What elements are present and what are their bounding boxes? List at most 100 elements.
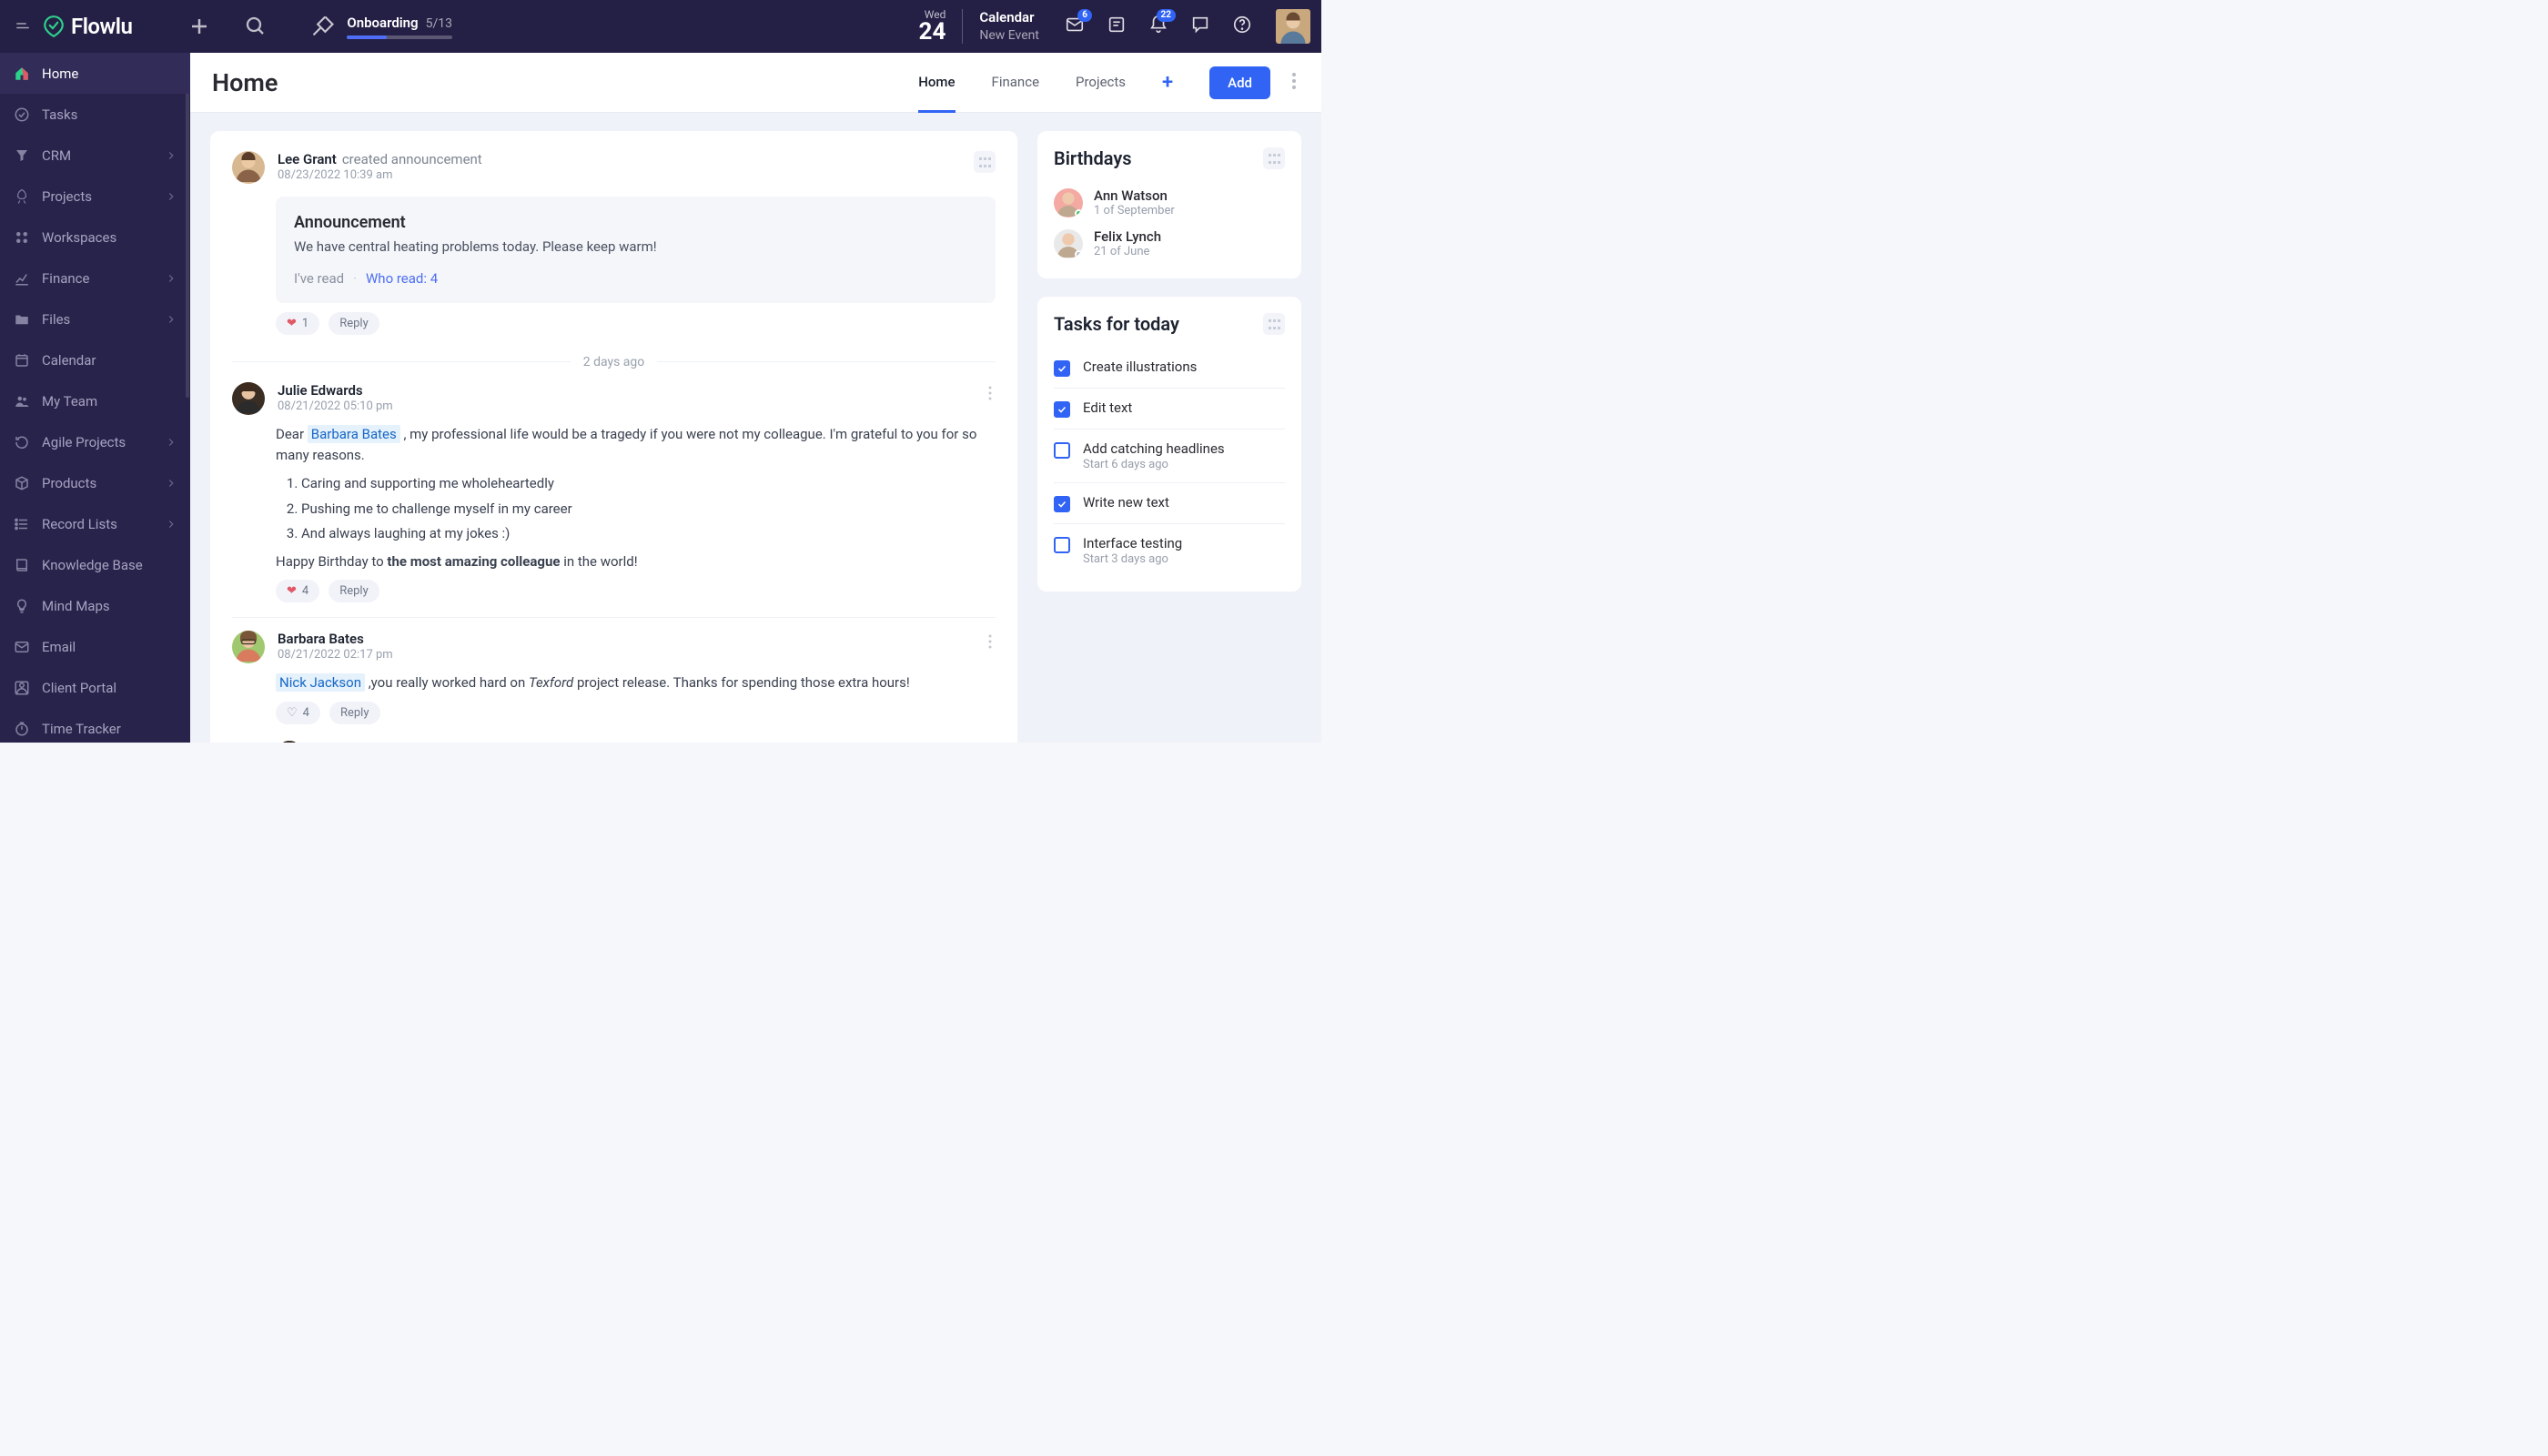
funnel-icon (13, 147, 31, 165)
user-avatar[interactable] (1276, 9, 1310, 44)
widget-title: Birthdays (1054, 147, 1132, 169)
like-button[interactable]: ❤1 (276, 312, 319, 335)
list-icon (13, 515, 31, 533)
widget-title: Tasks for today (1054, 313, 1179, 335)
bell-badge: 22 (1157, 9, 1176, 22)
calendar-widget[interactable]: Calendar New Event (979, 9, 1039, 44)
sidebar-item-client-portal[interactable]: Client Portal (0, 667, 190, 708)
portal-icon (13, 679, 31, 697)
sidebar-item-agile-projects[interactable]: Agile Projects (0, 421, 190, 462)
sidebar-item-projects[interactable]: Projects (0, 176, 190, 217)
sidebar-item-tasks[interactable]: Tasks (0, 94, 190, 135)
tab-finance[interactable]: Finance (992, 53, 1039, 113)
sidebar-item-home[interactable]: Home (0, 53, 190, 94)
task-row[interactable]: Edit text (1054, 388, 1285, 429)
author-name[interactable]: Julie Edwards (278, 382, 363, 399)
person-date: 21 of June (1094, 245, 1161, 258)
tab-add-icon[interactable]: + (1162, 53, 1173, 112)
announcement-title: Announcement (294, 213, 977, 232)
onboarding-widget[interactable]: Onboarding 5/13 (310, 14, 452, 39)
help-icon[interactable] (1232, 15, 1252, 38)
pin-icon (310, 14, 336, 39)
mail-icon[interactable]: 6 (1065, 15, 1085, 38)
like-button[interactable]: ❤4 (276, 580, 319, 602)
chevron-right-icon (165, 272, 177, 285)
sidebar-item-crm[interactable]: CRM (0, 135, 190, 176)
tab-projects[interactable]: Projects (1076, 53, 1126, 113)
reply-button[interactable]: Reply (329, 312, 379, 335)
sidebar-item-my-team[interactable]: My Team (0, 380, 190, 421)
cal-icon (13, 351, 31, 369)
sidebar-item-record-lists[interactable]: Record Lists (0, 503, 190, 544)
ive-read-label[interactable]: I've read (294, 270, 344, 287)
page-menu-icon[interactable] (1287, 67, 1301, 98)
sidebar-item-calendar[interactable]: Calendar (0, 339, 190, 380)
sidebar-item-files[interactable]: Files (0, 298, 190, 339)
drag-handle-icon[interactable] (974, 151, 996, 173)
sidebar-item-products[interactable]: Products (0, 462, 190, 503)
bell-icon[interactable]: 22 (1148, 15, 1168, 38)
birthday-row[interactable]: Ann Watson1 of September (1054, 182, 1285, 223)
checkbox[interactable] (1054, 442, 1070, 459)
task-label: Interface testing (1083, 535, 1182, 551)
heart-icon: ❤ (287, 584, 297, 598)
author-name[interactable]: Lee Grant (278, 151, 337, 167)
author-name[interactable]: Nick Jackson (314, 741, 397, 743)
drag-handle-icon[interactable] (1263, 313, 1285, 335)
reply-thread: Nick Jackson 08/21/2022 02:26 pm (276, 741, 996, 743)
mention-link[interactable]: Nick Jackson (276, 673, 365, 692)
add-icon[interactable] (188, 15, 210, 37)
birthday-row[interactable]: Felix Lynch21 of June (1054, 223, 1285, 264)
like-button[interactable]: ♡4 (276, 702, 320, 724)
sidebar-item-workspaces[interactable]: Workspaces (0, 217, 190, 258)
reply-button[interactable]: Reply (329, 580, 379, 602)
agile-icon (13, 433, 31, 451)
sidebar-item-finance[interactable]: Finance (0, 258, 190, 298)
avatar[interactable] (232, 382, 265, 415)
checkbox[interactable] (1054, 401, 1070, 418)
checkbox[interactable] (1054, 360, 1070, 377)
reply-button[interactable]: Reply (329, 702, 380, 724)
sidebar-item-knowledge-base[interactable]: Knowledge Base (0, 544, 190, 585)
logo-text: Flowlu (71, 14, 132, 39)
team-icon (13, 392, 31, 410)
add-button[interactable]: Add (1209, 66, 1270, 99)
note-icon[interactable] (1107, 15, 1127, 38)
person-name: Ann Watson (1094, 187, 1175, 204)
who-read-link[interactable]: Who read: 4 (366, 270, 438, 287)
folder-icon (13, 310, 31, 329)
mention-link[interactable]: Barbara Bates (308, 425, 400, 443)
search-icon[interactable] (245, 15, 267, 37)
menu-toggle-icon[interactable] (9, 13, 36, 40)
author-name[interactable]: Barbara Bates (278, 631, 364, 647)
avatar[interactable] (232, 631, 265, 663)
avatar[interactable] (232, 151, 265, 184)
task-row[interactable]: Write new text (1054, 482, 1285, 523)
checkbox[interactable] (1054, 496, 1070, 512)
task-row[interactable]: Create illustrations (1054, 348, 1285, 388)
task-meta: Start 6 days ago (1083, 458, 1225, 471)
post-menu-icon[interactable] (985, 631, 996, 663)
sidebar-item-email[interactable]: Email (0, 626, 190, 667)
author-action: created announcement (342, 151, 482, 167)
heart-icon: ❤ (287, 317, 297, 330)
logo[interactable]: Flowlu (42, 14, 132, 39)
avatar[interactable] (276, 741, 303, 743)
page-header: Home Home Finance Projects + Add (190, 53, 1321, 113)
sidebar-item-time-tracker[interactable]: Time Tracker (0, 708, 190, 743)
book-icon (13, 556, 31, 574)
timer-icon (13, 720, 31, 738)
chat-icon[interactable] (1190, 15, 1210, 38)
home-icon (13, 65, 31, 83)
chevron-right-icon (165, 313, 177, 326)
chevron-right-icon (165, 518, 177, 531)
drag-handle-icon[interactable] (1263, 147, 1285, 169)
checkbox[interactable] (1054, 537, 1070, 553)
tab-home[interactable]: Home (918, 53, 955, 113)
post-menu-icon[interactable] (985, 382, 996, 415)
chevron-right-icon (165, 190, 177, 203)
date-widget[interactable]: Wed 24 (919, 9, 946, 44)
task-row[interactable]: Add catching headlinesStart 6 days ago (1054, 429, 1285, 482)
task-row[interactable]: Interface testingStart 3 days ago (1054, 523, 1285, 577)
sidebar-item-mind-maps[interactable]: Mind Maps (0, 585, 190, 626)
